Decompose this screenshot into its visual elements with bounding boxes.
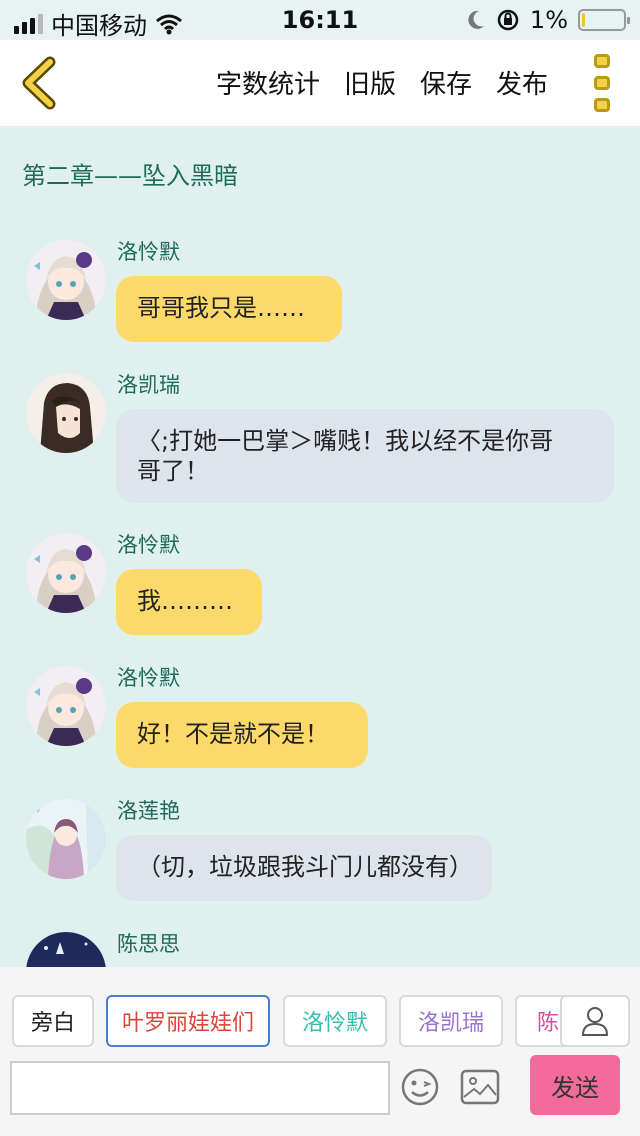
save-button[interactable]: 保存 <box>420 64 472 101</box>
avatar[interactable] <box>26 799 106 879</box>
role-selector: 旁白 叶罗丽娃娃们 洛怜默 洛凯瑞 陈思思 <box>0 995 640 1051</box>
avatar[interactable] <box>26 666 106 746</box>
nav-actions: 字数统计 旧版 保存 发布 <box>216 64 548 101</box>
speaker-name: 洛凯瑞 <box>117 373 180 397</box>
chapter-title: 第二章——坠入黑暗 <box>22 162 238 190</box>
role-chip[interactable]: 洛凯瑞 <box>399 995 503 1047</box>
moon-icon <box>468 10 484 29</box>
publish-button[interactable]: 发布 <box>496 64 548 101</box>
top-nav: 字数统计 旧版 保存 发布 <box>0 40 640 126</box>
message-bubble[interactable]: 我……… <box>116 569 262 635</box>
message-bubble[interactable]: （切，垃圾跟我斗门儿都没有） <box>116 835 492 901</box>
battery-percent: 1% <box>529 6 568 34</box>
speaker-name: 洛莲艳 <box>117 799 180 823</box>
speaker-name: 洛怜默 <box>117 533 180 557</box>
rotation-lock-icon <box>497 9 519 31</box>
avatar[interactable] <box>26 240 106 320</box>
word-count-button[interactable]: 字数统计 <box>216 64 320 101</box>
emoji-icon[interactable] <box>400 1067 440 1107</box>
battery-fill <box>582 13 585 27</box>
message-bubble[interactable]: 哥哥我只是…… <box>116 276 342 342</box>
message-bubble[interactable]: 〈;打她一巴掌＞嘴贱！我以经不是你哥 哥了！ <box>116 409 614 503</box>
user-icon <box>581 1007 609 1036</box>
role-chip[interactable]: 洛怜默 <box>283 995 387 1047</box>
speaker-name: 洛怜默 <box>117 666 180 690</box>
more-menu-icon[interactable] <box>590 54 614 112</box>
message-input[interactable] <box>10 1061 390 1115</box>
avatar[interactable] <box>26 373 106 453</box>
add-role-button[interactable] <box>560 995 630 1047</box>
message-text-line: 哥了！ <box>137 457 209 485</box>
message-text-line: 〈;打她一巴掌＞嘴贱！我以经不是你哥 <box>137 427 554 455</box>
battery-icon <box>578 9 630 31</box>
role-chip-label: 旁白 <box>30 1011 75 1036</box>
back-chevron-icon[interactable] <box>16 56 60 110</box>
status-bar: 中国移动 16:11 1% <box>0 0 640 40</box>
role-chip[interactable]: 旁白 <box>12 995 94 1047</box>
composer-panel: 旁白 叶罗丽娃娃们 洛怜默 洛凯瑞 陈思思 发送 <box>0 967 640 1136</box>
speaker-name: 陈思思 <box>117 932 180 956</box>
image-icon[interactable] <box>460 1069 500 1105</box>
role-chip-selected[interactable]: 叶罗丽娃娃们 <box>106 995 270 1047</box>
avatar[interactable] <box>26 533 106 613</box>
message-bubble[interactable]: 好！不是就不是！ <box>116 702 368 768</box>
speaker-name: 洛怜默 <box>117 240 180 264</box>
role-chip-label: 洛怜默 <box>301 1011 368 1036</box>
role-chip-label: 叶罗丽娃娃们 <box>121 1011 254 1036</box>
send-button[interactable]: 发送 <box>530 1055 620 1115</box>
status-right: 1% <box>466 6 630 34</box>
old-version-button[interactable]: 旧版 <box>344 64 396 101</box>
role-chip-label: 洛凯瑞 <box>417 1011 484 1036</box>
